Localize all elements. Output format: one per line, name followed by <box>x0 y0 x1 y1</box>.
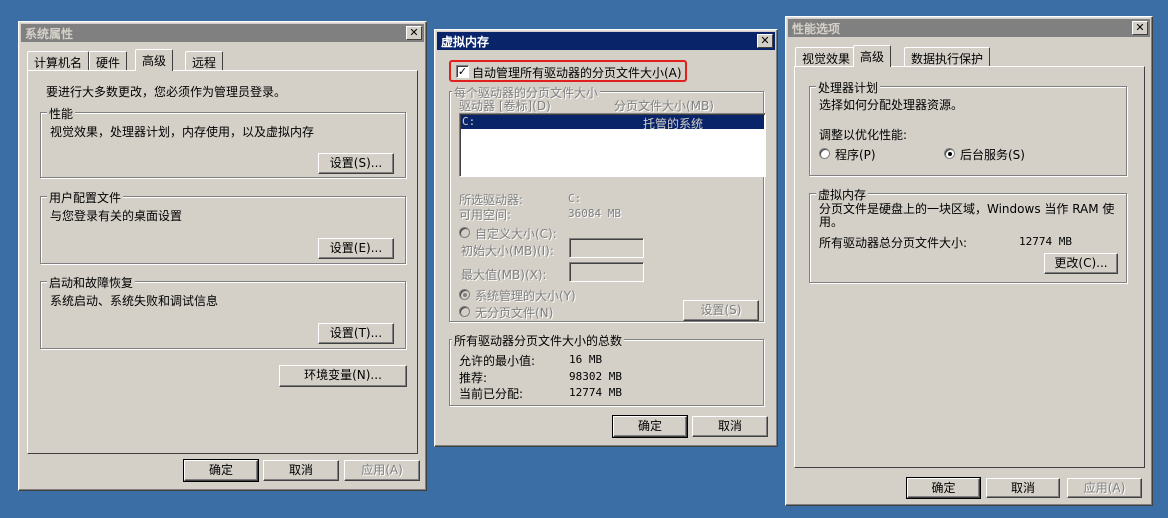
drive-list[interactable]: C: 托管的系统 <box>459 113 766 177</box>
min-allowed-value: 16 MB <box>569 353 603 366</box>
user-profiles-desc: 与您登录有关的桌面设置 <box>50 209 183 223</box>
background-services-radio[interactable] <box>944 148 955 159</box>
vm-total-label: 所有驱动器总分页文件大小: <box>819 236 968 250</box>
custom-size-radio[interactable] <box>459 227 470 238</box>
per-drive-group: 每个驱动器的分页文件大小 驱动器 [卷标](D) 分页文件大小(MB) C: 托… <box>449 84 766 322</box>
max-size-input[interactable] <box>569 262 644 282</box>
advanced-tab-panel: 处理器计划 选择如何分配处理器资源。 调整以优化性能: 程序(P) 后台服务(S… <box>794 66 1145 468</box>
drive-letter: C: <box>462 115 476 128</box>
recommended-label: 推荐: <box>459 371 488 385</box>
startup-recovery-label: 启动和故障恢复 <box>47 274 136 291</box>
environment-variables-button[interactable]: 环境变量(N)... <box>279 365 407 387</box>
min-allowed-label: 允许的最小值: <box>459 354 536 368</box>
auto-manage-label[interactable]: 自动管理所有驱动器的分页文件大小(A) <box>472 64 682 81</box>
processor-scheduling-group: 处理器计划 选择如何分配处理器资源。 调整以优化性能: 程序(P) 后台服务(S… <box>809 79 1127 176</box>
system-properties-window: 系统属性 ✕ 计算机名 硬件 高级 远程 要进行大多数更改，您必须作为管理员登录… <box>18 21 427 491</box>
change-button[interactable]: 更改(C)... <box>1044 253 1118 274</box>
set-button[interactable]: 设置(S) <box>683 300 759 321</box>
user-profiles-group: 用户配置文件 与您登录有关的桌面设置 设置(E)... <box>40 189 406 264</box>
vm-total-value: 12774 MB <box>1019 235 1072 248</box>
virtual-memory-label: 虚拟内存 <box>816 186 869 203</box>
ok-button[interactable]: 确定 <box>906 477 981 499</box>
allocated-value: 12774 MB <box>569 386 622 399</box>
free-space-label: 可用空间: <box>459 208 512 222</box>
user-profiles-label: 用户配置文件 <box>47 189 124 206</box>
performance-label: 性能 <box>47 105 76 122</box>
list-item[interactable]: C: 托管的系统 <box>461 115 764 131</box>
apply-button[interactable]: 应用(A) <box>1067 478 1142 498</box>
no-paging-label: 无分页文件(N) <box>475 306 554 320</box>
tab-computer-name[interactable]: 计算机名 <box>27 51 90 71</box>
cancel-button[interactable]: 取消 <box>692 416 768 437</box>
apply-button[interactable]: 应用(A) <box>344 460 420 481</box>
initial-size-input[interactable] <box>569 238 644 258</box>
ok-button[interactable]: 确定 <box>612 415 688 438</box>
virtual-memory-window: 虚拟内存 ✕ ✓ 自动管理所有驱动器的分页文件大小(A) 每个驱动器的分页文件大… <box>434 29 778 447</box>
cancel-button[interactable]: 取消 <box>986 478 1060 498</box>
performance-settings-button[interactable]: 设置(S)... <box>318 153 394 174</box>
tab-advanced[interactable]: 高级 <box>135 49 174 71</box>
performance-options-titlebar[interactable]: 性能选项 ✕ <box>788 19 1150 37</box>
free-space-value: 36084 MB <box>568 207 621 220</box>
virtual-memory-titlebar[interactable]: 虚拟内存 ✕ <box>437 32 775 50</box>
ok-button[interactable]: 确定 <box>183 459 259 482</box>
tab-visual-effects[interactable]: 视觉效果 <box>795 47 858 67</box>
system-properties-titlebar[interactable]: 系统属性 ✕ <box>21 24 424 42</box>
admin-note: 要进行大多数更改，您必须作为管理员登录。 <box>46 85 287 99</box>
window-title: 性能选项 <box>792 22 841 36</box>
allocated-label: 当前已分配: <box>459 387 524 401</box>
advanced-tab-panel: 要进行大多数更改，您必须作为管理员登录。 性能 视觉效果，处理器计划，内存使用，… <box>27 70 418 454</box>
cancel-button[interactable]: 取消 <box>263 460 339 481</box>
startup-recovery-settings-button[interactable]: 设置(T)... <box>318 323 394 344</box>
system-managed-radio[interactable] <box>459 289 470 300</box>
virtual-memory-group: 虚拟内存 分页文件是硬盘上的一块区域，Windows 当作 RAM 使用。 所有… <box>809 186 1127 283</box>
tab-hardware[interactable]: 硬件 <box>89 51 128 71</box>
auto-manage-checkbox[interactable]: ✓ <box>456 65 469 78</box>
initial-size-label: 初始大小(MB)(I): <box>461 244 554 258</box>
recommended-value: 98302 MB <box>569 370 622 383</box>
virtual-memory-desc: 分页文件是硬盘上的一块区域，Windows 当作 RAM 使用。 <box>819 202 1115 229</box>
performance-group: 性能 视觉效果，处理器计划，内存使用，以及虚拟内存 设置(S)... <box>40 105 406 178</box>
column-drive: 驱动器 [卷标](D) <box>459 99 551 113</box>
close-icon[interactable]: ✕ <box>1132 21 1148 35</box>
startup-recovery-group: 启动和故障恢复 系统启动、系统失败和调试信息 设置(T)... <box>40 274 406 349</box>
drive-size: 托管的系统 <box>643 117 704 131</box>
selected-drive-value: C: <box>568 192 582 205</box>
total-paging-label: 所有驱动器分页文件大小的总数 <box>452 332 625 349</box>
startup-recovery-desc: 系统启动、系统失败和调试信息 <box>50 294 219 308</box>
window-title: 虚拟内存 <box>441 35 490 49</box>
tab-advanced[interactable]: 高级 <box>853 45 892 67</box>
programs-label: 程序(P) <box>835 148 876 162</box>
processor-scheduling-desc: 选择如何分配处理器资源。 <box>819 98 964 112</box>
system-managed-label: 系统管理的大小(Y) <box>475 289 576 303</box>
adjust-label: 调整以优化性能: <box>819 128 908 142</box>
programs-radio[interactable] <box>819 148 830 159</box>
performance-options-window: 性能选项 ✕ 视觉效果 高级 数据执行保护 处理器计划 选择如何分配处理器资源。… <box>785 16 1153 506</box>
max-size-label: 最大值(MB)(X): <box>461 268 547 282</box>
close-icon[interactable]: ✕ <box>406 26 422 40</box>
column-size: 分页文件大小(MB) <box>614 99 714 113</box>
performance-desc: 视觉效果，处理器计划，内存使用，以及虚拟内存 <box>50 125 315 139</box>
no-paging-radio[interactable] <box>459 306 470 317</box>
tab-dep[interactable]: 数据执行保护 <box>904 47 991 67</box>
total-paging-group: 所有驱动器分页文件大小的总数 允许的最小值: 16 MB 推荐: 98302 M… <box>449 332 764 406</box>
window-title: 系统属性 <box>25 27 74 41</box>
user-profiles-settings-button[interactable]: 设置(E)... <box>318 238 394 259</box>
close-icon[interactable]: ✕ <box>757 34 773 48</box>
background-services-label: 后台服务(S) <box>960 148 1025 162</box>
custom-size-label: 自定义大小(C): <box>475 227 557 241</box>
tab-remote[interactable]: 远程 <box>185 51 224 71</box>
processor-scheduling-label: 处理器计划 <box>816 79 881 96</box>
